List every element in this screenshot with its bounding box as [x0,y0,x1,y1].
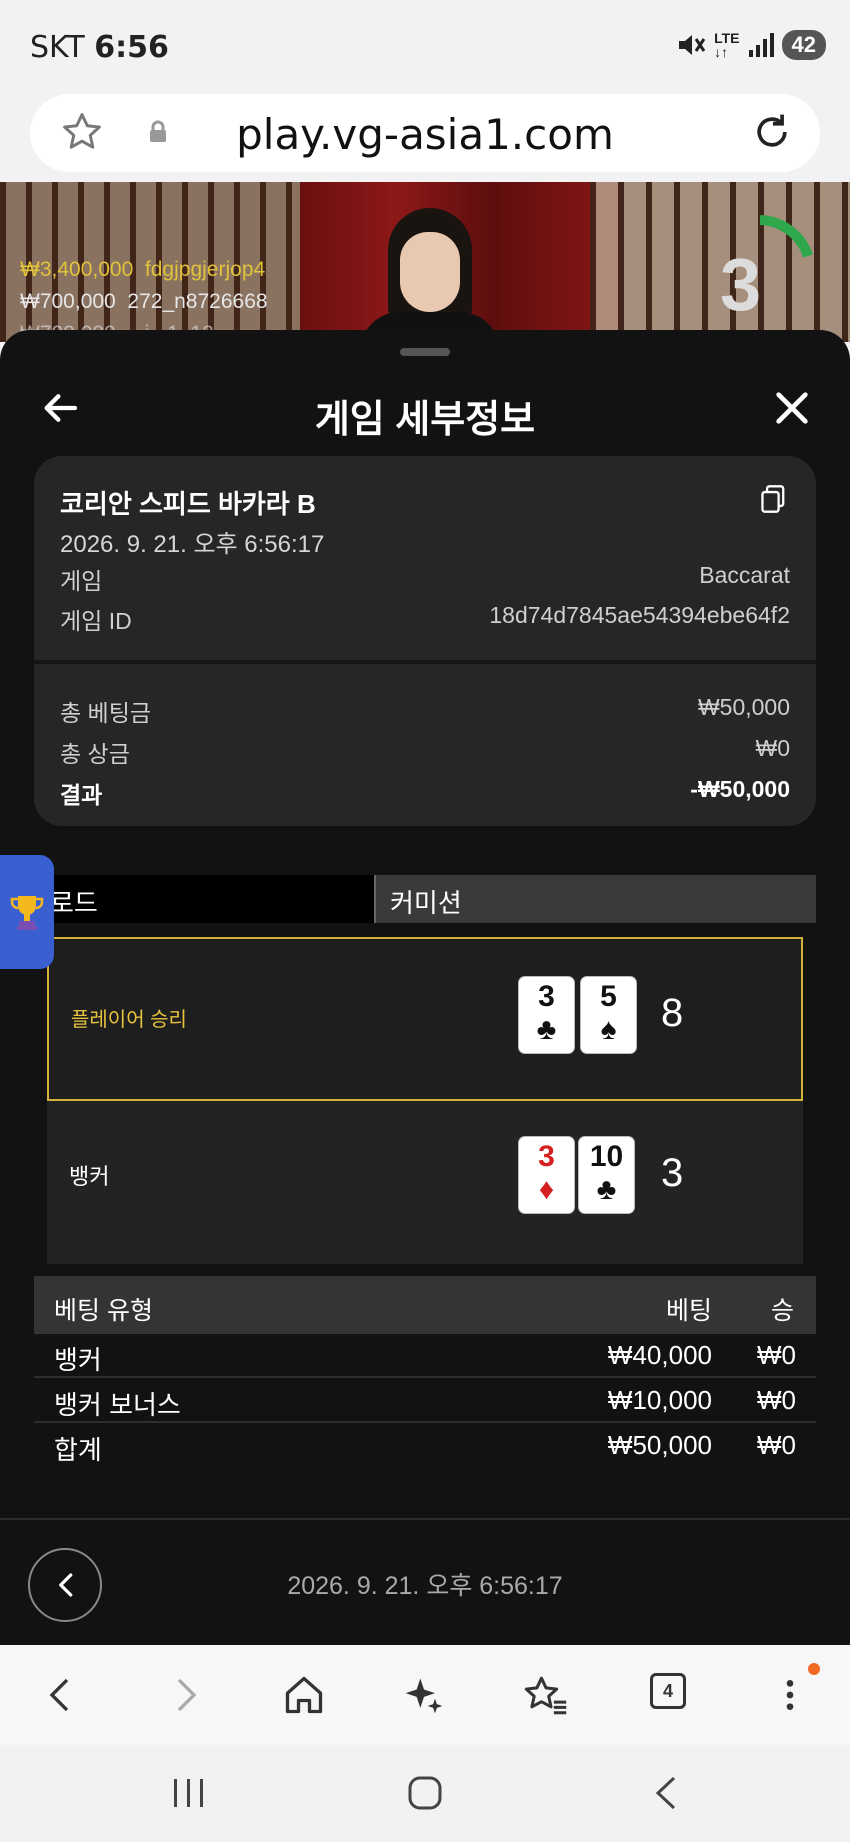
bet-type: 뱅커 [54,1345,102,1375]
sheet-handle[interactable] [400,348,450,356]
row-label: 결과 [60,782,103,808]
player-card: 3 ♣ [519,977,574,1053]
carrier-label: SKT [30,30,85,65]
banker-score: 3 [661,1151,684,1195]
bet-table-header: 베팅 유형 베팅 승 [34,1276,816,1334]
more-menu-icon[interactable] [770,1673,810,1717]
summary-row-total-prize: 총 상금 ₩0 [60,735,790,769]
col-bet: 베팅 [665,1297,712,1325]
lte-icon: LTE ↓↑ [714,30,740,60]
mute-icon [679,35,706,55]
club-icon: ♣ [536,1013,557,1046]
sheet-header: 게임 세부정보 [0,370,850,450]
win-amount: ₩0 [757,1430,796,1460]
url-bar[interactable]: play.vg-asia1.com [30,94,820,172]
win-amount: ₩0 [757,1385,796,1415]
diamond-icon: ♦ [538,1173,555,1206]
summary-row-result: 결과 -₩50,000 [60,776,790,810]
card-rank: 5 [600,980,617,1013]
dealer-face [400,232,460,312]
status-icons: LTE ↓↑ 42 [676,30,826,60]
signal-icon [748,33,774,57]
row-value: -₩50,000 [690,776,790,802]
banker-card: 10 ♣ [579,1137,634,1213]
tab-commission[interactable]: 커미션 [374,875,816,923]
bet-amount: ₩40,000 [607,1340,712,1370]
forward-icon[interactable] [164,1673,204,1717]
spade-icon: ♠ [600,1013,617,1046]
countdown-number: 3 [720,243,762,326]
row-label: 총 베팅금 [60,700,152,726]
player-result-label: 플레이어 승리 [71,1009,187,1031]
status-bar: SKT 6:56 LTE ↓↑ 42 [0,0,850,92]
row-label: 게임 [60,568,103,594]
info-top: 코리안 스피드 바카라 B 2026. 9. 21. 오후 6:56:17 게임… [34,456,816,656]
table-row: 뱅커 보너스 ₩10,000 ₩0 [34,1379,816,1423]
system-nav-bar [0,1745,850,1842]
tabs-count-button[interactable]: 4 [650,1673,686,1709]
row-value: ₩50,000 [697,694,790,720]
divider [34,660,816,664]
row-value: Baccarat [699,562,790,588]
recent-apps-icon[interactable] [170,1775,208,1811]
battery-badge: 42 [781,30,826,60]
tab-road[interactable]: 로드 [40,875,374,923]
summary-row-total-bet: 총 베팅금 ₩50,000 [60,694,790,728]
reload-icon[interactable] [750,110,794,154]
info-row-game: 게임 Baccarat [60,562,790,596]
player-score: 8 [661,991,684,1035]
live-video: ₩3,400,000 fdgjpgjerjop4 ₩700,000 272_n8… [0,182,850,342]
game-detail-sheet: 게임 세부정보 코리안 스피드 바카라 B 2026. 9. 21. 오후 6:… [0,330,850,1645]
copy-icon[interactable] [760,484,788,514]
ticker-row: ₩700,000 272_n8726668 [20,290,268,313]
trophy-icon [10,896,44,930]
card-rank: 10 [589,1140,624,1173]
ticker-row: ₩3,400,000 fdgjpgjerjop4 [20,258,266,281]
row-value: ₩0 [755,735,791,761]
trophy-side-tab[interactable] [0,855,54,969]
home-button-icon[interactable] [406,1775,444,1811]
bet-amount: ₩10,000 [607,1385,712,1415]
banker-result-box: 뱅커 3 ♦ 10 ♣ 3 [47,1101,803,1264]
game-info-card: 코리안 스피드 바카라 B 2026. 9. 21. 오후 6:56:17 게임… [34,456,816,826]
col-bet-type: 베팅 유형 [54,1297,153,1325]
status-carrier-time: SKT 6:56 [30,30,169,65]
card-rank: 3 [538,1140,555,1173]
bet-type: 합계 [54,1435,102,1465]
notification-dot [808,1663,820,1675]
home-icon[interactable] [282,1673,326,1717]
banker-result-label: 뱅커 [69,1164,110,1189]
club-icon: ♣ [596,1173,617,1206]
row-label: 총 상금 [60,741,130,767]
bookmarks-icon[interactable] [522,1673,568,1717]
footer-datetime: 2026. 9. 21. 오후 6:56:17 [287,1572,563,1600]
info-row-game-id: 게임 ID 18d74d7845ae54394ebe64f2 [60,602,790,636]
player-result-box: 플레이어 승리 3 ♣ 5 ♠ 8 [47,937,803,1101]
game-datetime: 2026. 9. 21. 오후 6:56:17 [60,531,325,558]
sparkle-ai-icon[interactable] [402,1673,446,1717]
sheet-title: 게임 세부정보 [314,399,536,441]
browser-toolbar: 4 [0,1645,850,1745]
url-text[interactable]: play.vg-asia1.com [30,110,820,159]
close-icon[interactable] [772,388,812,428]
banker-card: 3 ♦ [519,1137,574,1213]
bet-amount: ₩50,000 [607,1430,712,1460]
bet-type: 뱅커 보너스 [54,1390,181,1420]
game-name: 코리안 스피드 바카라 B [60,489,316,519]
row-value: 18d74d7845ae54394ebe64f2 [489,602,790,628]
col-win: 승 [770,1297,794,1325]
card-rank: 3 [538,980,555,1013]
win-amount: ₩0 [757,1340,796,1370]
bet-ticker: ₩3,400,000 fdgjpgjerjop4 ₩700,000 272_n8… [20,254,268,342]
back-icon[interactable] [42,1673,82,1717]
clock: 6:56 [94,30,169,65]
divider [0,1518,850,1520]
result-tabs: 로드 커미션 [0,875,816,923]
row-label: 게임 ID [60,608,132,634]
player-card: 5 ♠ [581,977,636,1053]
table-row-total: 합계 ₩50,000 ₩0 [34,1424,816,1468]
system-back-icon[interactable] [648,1775,686,1811]
table-row: 뱅커 ₩40,000 ₩0 [34,1334,816,1378]
